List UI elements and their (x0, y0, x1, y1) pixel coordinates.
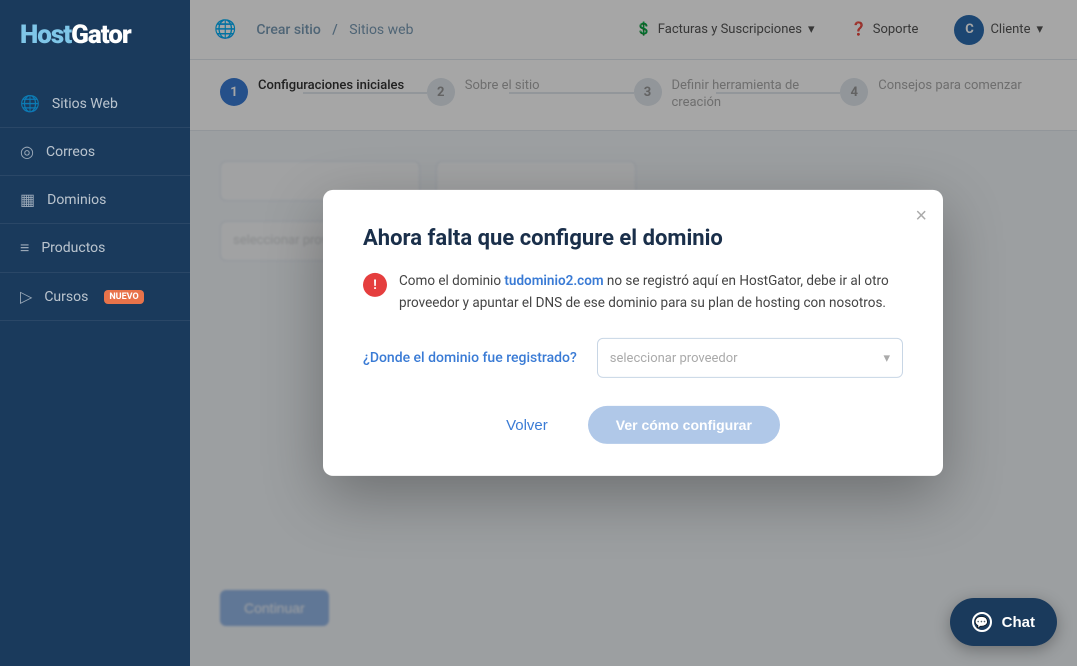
sidebar-nav: 🌐 Sitios Web ◎ Correos ▦ Dominios ≡ Prod… (0, 80, 190, 321)
domain-highlight: tudominio2.com (504, 273, 603, 289)
provider-question: ¿Donde el dominio fue registrado? (363, 350, 577, 366)
sidebar-item-productos[interactable]: ≡ Productos (0, 224, 190, 273)
sidebar-item-sitios-web[interactable]: 🌐 Sitios Web (0, 80, 190, 128)
provider-row: ¿Donde el dominio fue registrado? selecc… (363, 338, 903, 378)
mail-icon: ◎ (20, 142, 34, 161)
sidebar-label-dominios: Dominios (47, 192, 106, 208)
logo: HostGator (0, 0, 190, 80)
select-chevron-icon: ▾ (883, 351, 890, 366)
back-button[interactable]: Volver (486, 407, 568, 444)
modal-dialog: × Ahora falta que configure el dominio !… (323, 190, 943, 476)
configure-button[interactable]: Ver cómo configurar (588, 406, 780, 444)
select-placeholder: seleccionar proveedor (610, 351, 738, 366)
alert-text: Como el dominio tudominio2.com no se reg… (399, 271, 903, 314)
sidebar-label-productos: Productos (41, 240, 105, 256)
products-icon: ≡ (20, 238, 29, 258)
modal-alert: ! Como el dominio tudominio2.com no se r… (363, 271, 903, 314)
new-badge: NUEVO (104, 290, 143, 304)
modal-title: Ahora falta que configure el dominio (363, 226, 903, 251)
sidebar-item-dominios[interactable]: ▦ Dominios (0, 176, 190, 224)
sidebar-label-correos: Correos (46, 144, 95, 160)
chat-label: Chat (1002, 614, 1035, 631)
sidebar-label-cursos: Cursos (44, 289, 88, 305)
domain-icon: ▦ (20, 190, 35, 209)
sidebar-item-cursos[interactable]: ▷ Cursos NUEVO (0, 273, 190, 321)
chat-button[interactable]: 💬 Chat (950, 598, 1057, 646)
provider-select[interactable]: seleccionar proveedor ▾ (597, 338, 903, 378)
courses-icon: ▷ (20, 287, 32, 306)
alert-icon: ! (363, 273, 387, 297)
sidebar-item-correos[interactable]: ◎ Correos (0, 128, 190, 176)
sidebar: HostGator 🌐 Sitios Web ◎ Correos ▦ Domin… (0, 0, 190, 666)
modal-actions: Volver Ver cómo configurar (363, 406, 903, 444)
chat-bubble-icon: 💬 (972, 612, 992, 632)
sidebar-label-sitios-web: Sitios Web (52, 96, 118, 112)
globe-icon: 🌐 (20, 94, 40, 113)
modal-close-button[interactable]: × (915, 206, 927, 226)
